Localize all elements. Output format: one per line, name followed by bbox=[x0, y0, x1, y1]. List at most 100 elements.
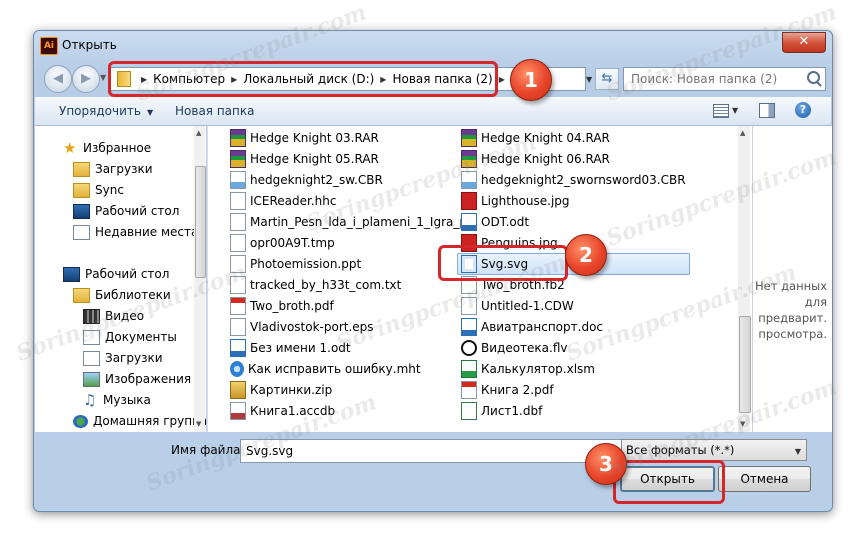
scroll-up-icon[interactable]: ▲ bbox=[740, 129, 745, 137]
file-name: Калькулятор.xlsm bbox=[481, 362, 595, 376]
breadcrumb-arrow-icon[interactable]: ▶ bbox=[499, 75, 505, 84]
sidebar-item-libraries[interactable]: Библиотеки bbox=[73, 285, 171, 305]
list-item[interactable]: hedgeknight2_swornsword03.CBR bbox=[461, 170, 686, 190]
new-folder-button[interactable]: Новая папка bbox=[175, 104, 254, 118]
refresh-button[interactable]: ⇆ bbox=[595, 68, 619, 90]
sidebar-item-video[interactable]: Видео bbox=[83, 306, 144, 326]
sidebar-item-downloads-library[interactable]: Загрузки bbox=[83, 348, 163, 368]
list-item[interactable]: Martin_Pesn_lda_i_plameni_1_Igra_p... bbox=[230, 212, 478, 232]
music-library-icon: ♫ bbox=[83, 390, 97, 409]
recent-pages-dropdown-icon[interactable]: ▼ bbox=[100, 73, 106, 82]
open-button-highlight bbox=[613, 460, 725, 504]
sidebar-item-documents[interactable]: Документы bbox=[83, 327, 177, 347]
list-item[interactable]: Photoemission.ppt bbox=[230, 254, 361, 274]
filename-input[interactable] bbox=[244, 440, 638, 462]
close-button[interactable]: ✕ bbox=[782, 32, 826, 53]
address-dropdown-icon[interactable]: ▼ bbox=[586, 75, 592, 84]
list-item[interactable]: opr00A9T.tmp bbox=[230, 233, 335, 253]
sidebar-item-pictures[interactable]: Изображения bbox=[83, 369, 191, 389]
cdw-file-icon bbox=[461, 297, 477, 315]
scroll-up-icon[interactable]: ▲ bbox=[196, 129, 201, 137]
list-item[interactable]: Книга 2.pdf bbox=[461, 380, 554, 400]
window-title: Открыть bbox=[62, 38, 117, 52]
view-options-dropdown-icon[interactable]: ▼ bbox=[732, 106, 738, 115]
forward-button[interactable]: ▶ bbox=[72, 65, 100, 93]
preview-message: Нет данных для предварит. просмотра. bbox=[753, 278, 831, 342]
txt-file-icon bbox=[230, 276, 246, 294]
title-bar: Ai Открыть ✕ bbox=[34, 31, 832, 61]
list-item[interactable]: Hedge Knight 06.RAR bbox=[461, 149, 610, 169]
scrollbar-thumb[interactable] bbox=[195, 166, 206, 278]
list-item[interactable]: Two_broth.pdf bbox=[230, 296, 334, 316]
list-item[interactable]: Hedge Knight 04.RAR bbox=[461, 128, 610, 148]
file-name: hedgeknight2_sw.CBR bbox=[250, 173, 383, 187]
list-item[interactable]: Картинки.zip bbox=[230, 380, 332, 400]
list-item[interactable]: Авиатранспорт.doc bbox=[461, 317, 603, 337]
scroll-down-icon[interactable]: ▼ bbox=[196, 420, 201, 428]
list-item[interactable]: ICEReader.hhc bbox=[230, 191, 337, 211]
step-marker-1: 1 bbox=[510, 59, 552, 101]
file-name: Hedge Knight 03.RAR bbox=[250, 131, 379, 145]
list-item[interactable]: Как исправить ошибку.mht bbox=[230, 359, 421, 379]
list-item[interactable]: ODT.odt bbox=[461, 212, 529, 232]
file-name: Hedge Knight 04.RAR bbox=[481, 131, 610, 145]
desktop-icon bbox=[73, 203, 90, 219]
navigation-scrollbar[interactable]: ▲ ▼ bbox=[194, 126, 206, 432]
list-item[interactable]: Hedge Knight 03.RAR bbox=[230, 128, 379, 148]
search-input[interactable] bbox=[629, 68, 803, 90]
step-marker-3: 3 bbox=[585, 443, 627, 485]
organize-button[interactable]: Упорядочить ▼ bbox=[59, 104, 153, 118]
list-item[interactable]: Untitled-1.CDW bbox=[461, 296, 574, 316]
file-type-select[interactable]: Все форматы (*.*) ▼ bbox=[621, 439, 807, 461]
back-button[interactable]: ◀ bbox=[44, 65, 72, 93]
preview-line: предварит. bbox=[758, 311, 827, 325]
zip-file-icon bbox=[230, 381, 246, 399]
sidebar-item-recent-places[interactable]: Недавние места bbox=[73, 222, 198, 242]
file-list-scrollbar[interactable]: ▲ ▼ bbox=[738, 126, 751, 432]
file-name: Картинки.zip bbox=[250, 383, 333, 397]
list-item[interactable]: Калькулятор.xlsm bbox=[461, 359, 595, 379]
sidebar-item-label: Домашняя группа bbox=[93, 414, 206, 428]
search-icon[interactable] bbox=[807, 71, 820, 84]
list-item[interactable]: hedgeknight2_sw.CBR bbox=[230, 170, 383, 190]
file-name: Untitled-1.CDW bbox=[481, 299, 574, 313]
file-name: opr00A9T.tmp bbox=[250, 236, 335, 250]
forward-arrow-icon: ▶ bbox=[81, 71, 91, 86]
sidebar-item-favorites[interactable]: ★ Избранное bbox=[63, 138, 151, 158]
sidebar-item-label: Рабочий стол bbox=[95, 204, 180, 218]
sidebar-item-label: Sync bbox=[95, 183, 124, 197]
sidebar-item-desktop[interactable]: Рабочий стол bbox=[63, 264, 169, 284]
sidebar-item-label: Документы bbox=[105, 330, 177, 344]
preview-pane-toggle-icon[interactable] bbox=[759, 103, 775, 118]
list-item[interactable]: Vladivostok-port.eps bbox=[230, 317, 374, 337]
list-item[interactable]: Лист1.dbf bbox=[461, 401, 542, 421]
libraries-icon bbox=[73, 287, 90, 303]
sidebar-item-downloads[interactable]: Загрузки bbox=[73, 159, 153, 179]
pictures-library-icon bbox=[83, 371, 100, 387]
accdb-file-icon bbox=[230, 402, 246, 420]
eps-file-icon bbox=[230, 318, 246, 336]
sidebar-item-music[interactable]: ♫ Музыка bbox=[83, 390, 151, 410]
sidebar-item-desktop-favorite[interactable]: Рабочий стол bbox=[73, 201, 179, 221]
file-name: Photoemission.ppt bbox=[250, 257, 362, 271]
preview-line: просмотра. bbox=[758, 327, 827, 341]
change-view-icon[interactable] bbox=[713, 104, 729, 118]
sidebar-item-homegroup[interactable]: Домашняя группа bbox=[73, 411, 206, 431]
illustrator-app-icon: Ai bbox=[40, 37, 58, 55]
search-box[interactable] bbox=[623, 67, 826, 91]
list-item[interactable]: Без имени 1.odt bbox=[230, 338, 351, 358]
sidebar-item-sync[interactable]: Sync bbox=[73, 180, 124, 200]
help-icon[interactable]: ? bbox=[795, 102, 811, 118]
list-item[interactable]: tracked_by_h33t_com.txt bbox=[230, 275, 401, 295]
navigation-pane: ★ Избранное Загрузки Sync Рабочий стол Не… bbox=[35, 126, 206, 432]
list-item[interactable]: Hedge Knight 05.RAR bbox=[230, 149, 379, 169]
cancel-button[interactable]: Отмена bbox=[718, 466, 811, 492]
scrollbar-thumb[interactable] bbox=[739, 316, 751, 413]
back-arrow-icon: ◀ bbox=[53, 71, 63, 86]
star-icon: ★ bbox=[63, 138, 77, 157]
list-item[interactable]: Книга1.accdb bbox=[230, 401, 335, 421]
filename-box[interactable] bbox=[240, 439, 642, 463]
list-item[interactable]: Видеотека.flv bbox=[461, 338, 568, 358]
scroll-down-icon[interactable]: ▼ bbox=[740, 420, 745, 428]
list-item[interactable]: Lighthouse.jpg bbox=[461, 191, 570, 211]
